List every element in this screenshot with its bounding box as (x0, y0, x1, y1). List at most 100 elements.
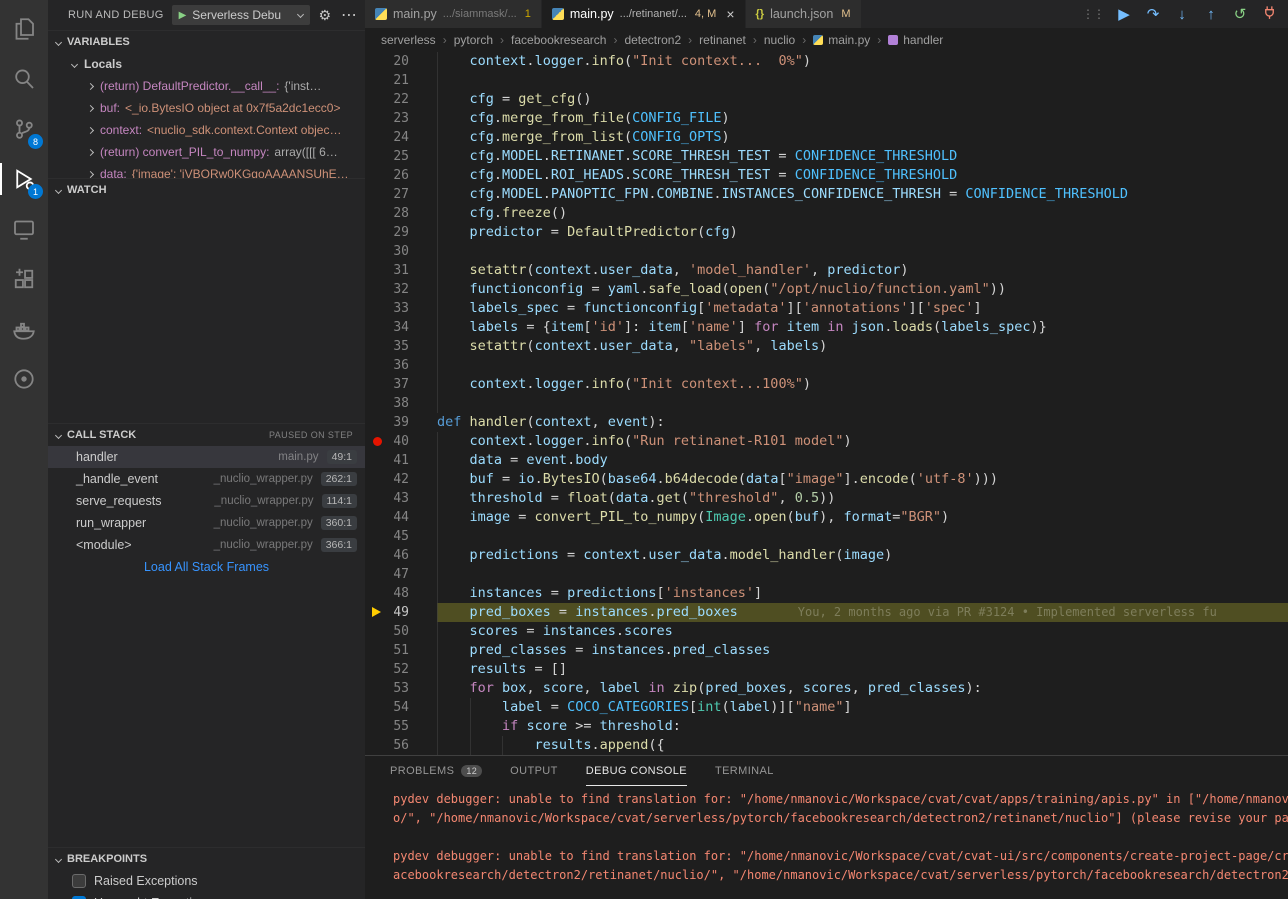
activity-item-extensions[interactable] (0, 254, 48, 304)
code-line[interactable]: 23 cfg.merge_from_file(CONFIG_FILE) (365, 109, 1288, 128)
editor-gutter[interactable]: 48 (365, 584, 437, 603)
editor-gutter[interactable]: 40 (365, 432, 437, 451)
editor-gutter[interactable]: 37 (365, 375, 437, 394)
close-icon[interactable]: × (726, 6, 734, 22)
variable-row[interactable]: context:<nuclio_sdk.context.Context obje… (48, 119, 365, 141)
code-line[interactable]: 43 threshold = float(data.get("threshold… (365, 489, 1288, 508)
breadcrumb-item[interactable]: facebookresearch (511, 33, 606, 47)
debug-console-output[interactable]: pydev debugger: unable to find translati… (365, 786, 1288, 899)
disconnect-button[interactable] (1260, 5, 1278, 23)
editor-gutter[interactable]: 46 (365, 546, 437, 565)
code-line[interactable]: 48 instances = predictions['instances'] (365, 584, 1288, 603)
restart-button[interactable]: ↺ (1231, 7, 1249, 22)
editor-tab[interactable]: {}launch.jsonM (746, 0, 862, 28)
code-line[interactable]: 38 (365, 394, 1288, 413)
editor-gutter[interactable]: 44 (365, 508, 437, 527)
scope-locals[interactable]: Locals (48, 53, 365, 75)
panel-tab-debug-console[interactable]: DEBUG CONSOLE (586, 756, 687, 786)
editor-gutter[interactable]: 36 (365, 356, 437, 375)
editor-gutter[interactable]: 20 (365, 52, 437, 71)
editor-gutter[interactable]: 31 (365, 261, 437, 280)
code-line[interactable]: 25 cfg.MODEL.RETINANET.SCORE_THRESH_TEST… (365, 147, 1288, 166)
breadcrumb-item[interactable]: retinanet (699, 33, 746, 47)
editor-gutter[interactable]: 23 (365, 109, 437, 128)
breakpoint-icon[interactable] (373, 437, 382, 446)
code-line[interactable]: 56 results.append({ (365, 736, 1288, 755)
call-stack-section-header[interactable]: CALL STACK PAUSED ON STEP (48, 424, 365, 446)
editor-gutter[interactable]: 26 (365, 166, 437, 185)
code-line[interactable]: 26 cfg.MODEL.ROI_HEADS.SCORE_THRESH_TEST… (365, 166, 1288, 185)
code-line[interactable]: 24 cfg.merge_from_list(CONFIG_OPTS) (365, 128, 1288, 147)
editor-gutter[interactable]: 21 (365, 71, 437, 90)
stack-frame-row[interactable]: handlermain.py49:1 (48, 446, 365, 468)
code-line[interactable]: 32 functionconfig = yaml.safe_load(open(… (365, 280, 1288, 299)
code-line[interactable]: 34 labels = {item['id']: item['name'] fo… (365, 318, 1288, 337)
editor-gutter[interactable]: 43 (365, 489, 437, 508)
editor-gutter[interactable]: 51 (365, 641, 437, 660)
code-line[interactable]: 29 predictor = DefaultPredictor(cfg) (365, 223, 1288, 242)
editor-gutter[interactable]: 50 (365, 622, 437, 641)
editor-gutter[interactable]: 53 (365, 679, 437, 698)
code-line[interactable]: 52 results = [] (365, 660, 1288, 679)
activity-item-explorer[interactable] (0, 4, 48, 54)
breadcrumb-item[interactable]: serverless (381, 33, 436, 47)
code-line[interactable]: 42 buf = io.BytesIO(base64.b64decode(dat… (365, 470, 1288, 489)
editor-gutter[interactable]: 55 (365, 717, 437, 736)
editor-gutter[interactable]: 49 (365, 603, 437, 622)
stack-frame-row[interactable]: serve_requests_nuclio_wrapper.py114:1 (48, 490, 365, 512)
editor-gutter[interactable]: 52 (365, 660, 437, 679)
step-out-button[interactable]: ↑ (1202, 7, 1220, 22)
activity-item-run-and-debug[interactable]: 1 (0, 154, 48, 204)
start-debugging-icon[interactable]: ▶ (179, 10, 187, 21)
stack-frame-row[interactable]: <module>_nuclio_wrapper.py366:1 (48, 534, 365, 556)
code-line[interactable]: 30 (365, 242, 1288, 261)
code-line[interactable]: 35 setattr(context.user_data, "labels", … (365, 337, 1288, 356)
editor-gutter[interactable]: 32 (365, 280, 437, 299)
code-line[interactable]: 46 predictions = context.user_data.model… (365, 546, 1288, 565)
breadcrumb[interactable]: serverless›pytorch›facebookresearch›dete… (365, 28, 1288, 52)
variable-row[interactable]: (return) DefaultPredictor.__call__:{'ins… (48, 75, 365, 97)
activity-item-docker[interactable] (0, 304, 48, 354)
code-line[interactable]: 28 cfg.freeze() (365, 204, 1288, 223)
editor-gutter[interactable]: 33 (365, 299, 437, 318)
code-line[interactable]: 53 for box, score, label in zip(pred_box… (365, 679, 1288, 698)
breadcrumb-item[interactable]: main.py (813, 33, 870, 47)
step-into-button[interactable]: ↓ (1173, 7, 1191, 22)
editor-gutter[interactable]: 56 (365, 736, 437, 755)
editor-gutter[interactable]: 38 (365, 394, 437, 413)
editor-gutter[interactable]: 41 (365, 451, 437, 470)
code-line[interactable]: 41 data = event.body (365, 451, 1288, 470)
editor-gutter[interactable]: 30 (365, 242, 437, 261)
panel-tab-problems[interactable]: PROBLEMS12 (390, 756, 482, 786)
editor-tab[interactable]: main.py.../retinanet/...4, M× (542, 0, 746, 28)
continue-button[interactable]: ▶ (1115, 7, 1133, 22)
breadcrumb-item[interactable]: detectron2 (624, 33, 681, 47)
editor-gutter[interactable]: 39 (365, 413, 437, 432)
code-line[interactable]: 50 scores = instances.scores (365, 622, 1288, 641)
panel-tab-terminal[interactable]: TERMINAL (715, 756, 774, 786)
watch-section-header[interactable]: WATCH (48, 179, 365, 201)
code-line[interactable]: 51 pred_classes = instances.pred_classes (365, 641, 1288, 660)
variable-row[interactable]: data:{'image': 'iVBORw0KGgoAAAANSUhE… (48, 163, 365, 178)
code-line[interactable]: 21 (365, 71, 1288, 90)
variables-section-header[interactable]: VARIABLES (48, 31, 365, 53)
debug-settings-gear-icon[interactable]: ⚙ (318, 7, 331, 24)
activity-item-search[interactable] (0, 54, 48, 104)
code-line[interactable]: 45 (365, 527, 1288, 546)
activity-item-remote-explorer[interactable] (0, 204, 48, 254)
more-actions-icon[interactable]: ⋯ (341, 5, 357, 25)
breadcrumb-item[interactable]: nuclio (764, 33, 795, 47)
activity-item-live-share[interactable] (0, 354, 48, 404)
code-line[interactable]: 49 pred_boxes = instances.pred_boxesYou,… (365, 603, 1288, 622)
code-line[interactable]: 27 cfg.MODEL.PANOPTIC_FPN.COMBINE.INSTAN… (365, 185, 1288, 204)
editor-gutter[interactable]: 54 (365, 698, 437, 717)
variable-row[interactable]: buf:<_io.BytesIO object at 0x7f5a2dc1ecc… (48, 97, 365, 119)
editor-gutter[interactable]: 35 (365, 337, 437, 356)
editor-gutter[interactable]: 34 (365, 318, 437, 337)
activity-item-source-control[interactable]: 8 (0, 104, 48, 154)
code-editor[interactable]: 20 context.logger.info("Init context... … (365, 52, 1288, 755)
code-line[interactable]: 22 cfg = get_cfg() (365, 90, 1288, 109)
code-line[interactable]: 40 context.logger.info("Run retinanet-R1… (365, 432, 1288, 451)
code-line[interactable]: 36 (365, 356, 1288, 375)
code-line[interactable]: 33 labels_spec = functionconfig['metadat… (365, 299, 1288, 318)
